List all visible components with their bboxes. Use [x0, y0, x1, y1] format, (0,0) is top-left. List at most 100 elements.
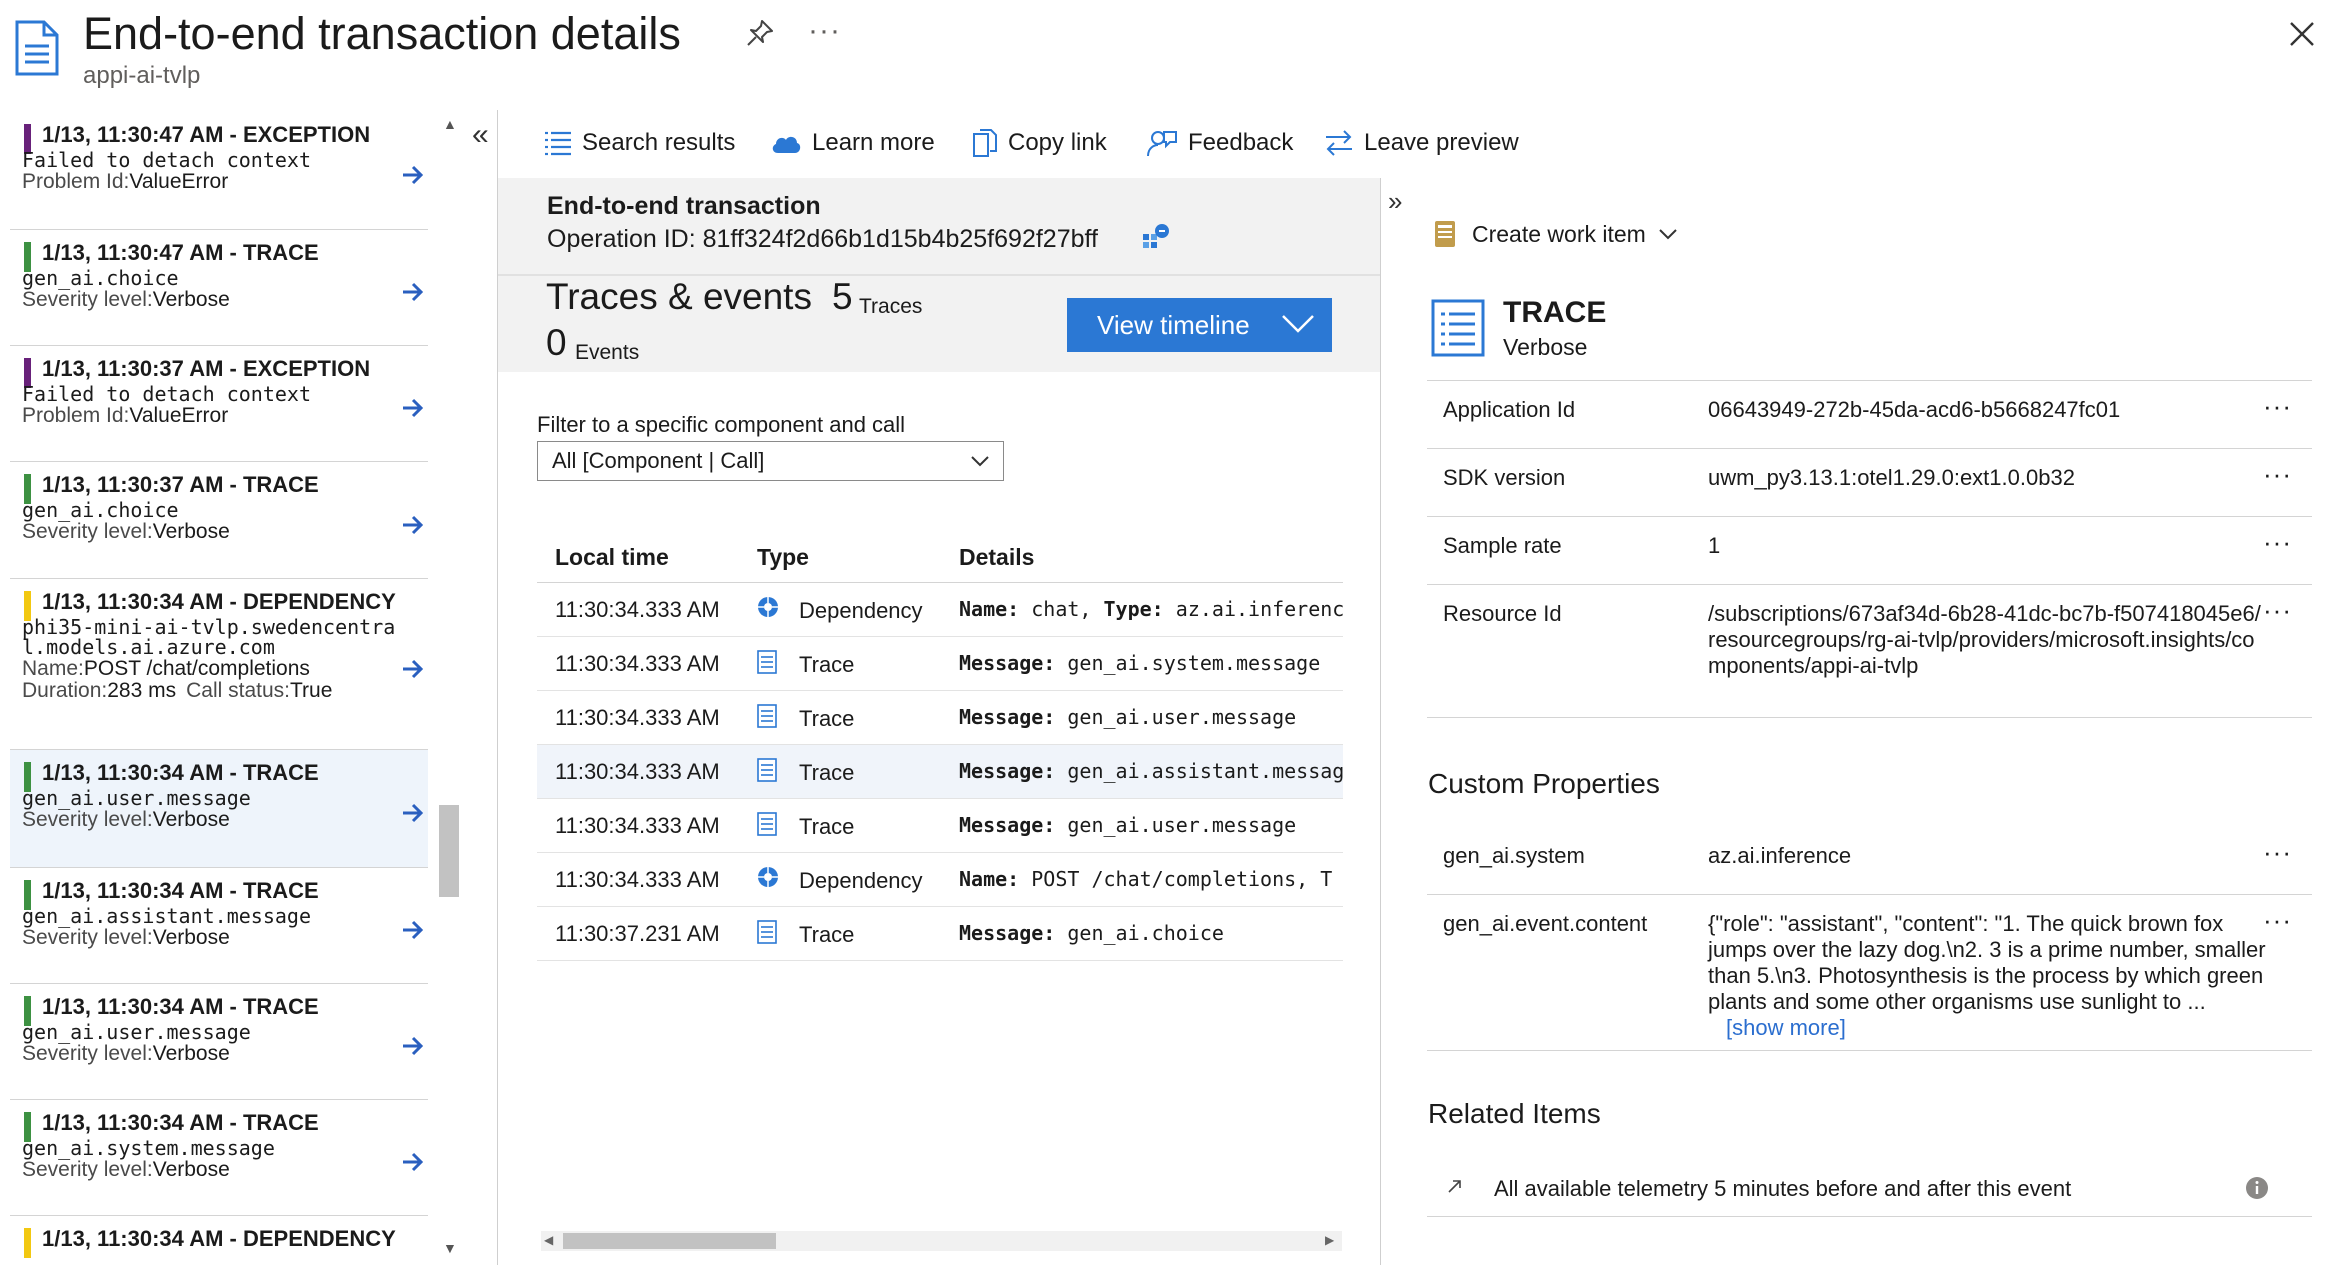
- arrow-right-icon[interactable]: [402, 1152, 424, 1172]
- trace-icon: [757, 758, 777, 782]
- cloud-icon: [772, 136, 801, 153]
- copy-link-button[interactable]: Copy link: [972, 120, 1107, 166]
- events-label: Events: [575, 341, 640, 364]
- table-row[interactable]: 11:30:34.333 AM Trace Message: gen_ai.assi…: [537, 745, 1343, 799]
- scroll-up-icon[interactable]: ▲: [443, 116, 457, 132]
- scroll-left-icon[interactable]: ◀: [544, 1233, 553, 1247]
- table-row[interactable]: 11:30:34.333 AM Dependency Name: chat, Typ…: [537, 583, 1343, 637]
- more-options-icon[interactable]: ···: [2263, 391, 2292, 422]
- column-header-local-time[interactable]: Local time: [555, 544, 669, 571]
- show-more-link[interactable]: [show more]: [1726, 1015, 1846, 1040]
- search-results-button[interactable]: Search results: [544, 120, 735, 166]
- leave-preview-button[interactable]: Leave preview: [1324, 120, 1519, 166]
- learn-more-button[interactable]: Learn more: [770, 120, 935, 166]
- view-timeline-button[interactable]: View timeline: [1067, 298, 1332, 352]
- traces-count: 5: [832, 276, 853, 317]
- row-details: Name: POST /chat/completions, T: [959, 867, 1343, 891]
- collapse-left-icon[interactable]: «: [472, 118, 489, 152]
- left-scrollbar[interactable]: [437, 112, 461, 1262]
- list-item[interactable]: 1/13, 11:30:34 AM - DEPENDENCY phi35-mini…: [10, 579, 428, 750]
- detail-key: Message:: [959, 813, 1056, 837]
- detail-value: gen_ai.system.message: [1055, 651, 1321, 675]
- list-item-field: Severity level:Verbose: [22, 288, 230, 312]
- left-scroll-thumb[interactable]: [439, 805, 459, 897]
- component-filter-dropdown[interactable]: All [Component | Call]: [537, 441, 1004, 481]
- copy-link-label: Copy link: [1008, 129, 1107, 156]
- list-item-message: gen_ai.choice: [22, 498, 179, 522]
- list-item[interactable]: 1/13, 11:30:34 AM - TRACE gen_ai.user.mes…: [10, 984, 428, 1100]
- arrow-right-icon[interactable]: [402, 659, 424, 679]
- list-item[interactable]: 1/13, 11:30:34 AM - DEPENDENCY: [10, 1216, 428, 1262]
- horizontal-scroll-thumb[interactable]: [563, 1233, 776, 1249]
- trace-icon: [757, 650, 777, 674]
- arrow-right-icon[interactable]: [402, 398, 424, 418]
- field-value: Verbose: [152, 520, 230, 543]
- row-time: 11:30:34.333 AM: [555, 813, 720, 838]
- arrow-right-icon[interactable]: [402, 1036, 424, 1056]
- copy-operation-id-icon[interactable]: [1140, 222, 1170, 252]
- arrow-right-icon[interactable]: [402, 920, 424, 940]
- row-details: Message: gen_ai.choice: [959, 921, 1343, 945]
- table-row[interactable]: 11:30:34.333 AM Trace Message: gen_ai.user…: [537, 691, 1343, 745]
- field-label: Severity level:: [22, 1158, 153, 1181]
- related-telemetry-text: All available telemetry 5 minutes before…: [1494, 1176, 2072, 1201]
- list-item[interactable]: 1/13, 11:30:37 AM - EXCEPTION Failed to d…: [10, 346, 428, 462]
- close-icon[interactable]: [2288, 20, 2316, 48]
- create-work-item-button[interactable]: Create work item: [1432, 214, 1678, 254]
- row-type: Dependency: [799, 868, 923, 893]
- table-row[interactable]: 11:30:34.333 AM Trace Message: gen_ai.syst…: [537, 637, 1343, 691]
- detail-key: Message:: [959, 705, 1056, 729]
- row-details: Message: gen_ai.system.message: [959, 651, 1343, 675]
- list-item[interactable]: 1/13, 11:30:47 AM - TRACE gen_ai.choice Se…: [10, 230, 428, 346]
- filter-value: All [Component | Call]: [552, 448, 765, 473]
- property-row: gen_ai.event.content {"role": "assistant"…: [1427, 895, 2312, 1051]
- list-item-field: Duration:283 ms Call status:True: [22, 679, 332, 703]
- detail-value: gen_ai.user.message: [1055, 813, 1297, 837]
- row-time: 11:30:34.333 AM: [555, 651, 720, 676]
- row-details: Name: chat, Type: az.ai.inference: [959, 597, 1343, 621]
- more-options-icon[interactable]: ···: [2263, 595, 2292, 626]
- more-options-icon[interactable]: ···: [2263, 527, 2292, 558]
- table-row[interactable]: 11:30:34.333 AM Trace Message: gen_ai.user…: [537, 799, 1343, 853]
- leave-preview-label: Leave preview: [1364, 129, 1519, 156]
- header: End-to-end transaction details appi-ai-t…: [0, 0, 2334, 110]
- column-header-details[interactable]: Details: [959, 544, 1034, 571]
- list-item-title: 1/13, 11:30:47 AM - EXCEPTION: [42, 122, 371, 147]
- list-item[interactable]: 1/13, 11:30:34 AM - TRACE gen_ai.system.m…: [10, 1100, 428, 1216]
- list-item[interactable]: 1/13, 11:30:34 AM - TRACE gen_ai.user.mes…: [10, 750, 428, 868]
- property-value: az.ai.inference: [1708, 843, 2268, 869]
- detail-value: gen_ai.user.message: [1055, 705, 1297, 729]
- field-label: Severity level:: [22, 520, 153, 543]
- more-options-icon[interactable]: ···: [2263, 905, 2292, 936]
- list-item[interactable]: 1/13, 11:30:47 AM - EXCEPTION Failed to d…: [10, 112, 428, 230]
- scroll-down-icon[interactable]: ▼: [443, 1240, 457, 1256]
- row-type: Dependency: [799, 598, 923, 623]
- list-item[interactable]: 1/13, 11:30:37 AM - TRACE gen_ai.choice Se…: [10, 462, 428, 579]
- list-item-title: 1/13, 11:30:34 AM - TRACE: [42, 878, 319, 903]
- list-item-title: 1/13, 11:30:34 AM - TRACE: [42, 994, 319, 1019]
- row-time: 11:30:37.231 AM: [555, 921, 720, 946]
- info-icon[interactable]: [2245, 1176, 2269, 1200]
- scroll-right-icon[interactable]: ▶: [1325, 1233, 1334, 1247]
- copy-icon: [973, 129, 997, 157]
- more-options-icon[interactable]: ···: [808, 14, 841, 48]
- list-item[interactable]: 1/13, 11:30:34 AM - TRACE gen_ai.assistan…: [10, 868, 428, 984]
- arrow-right-icon[interactable]: [402, 165, 424, 185]
- related-items-title: Related Items: [1428, 1098, 1601, 1129]
- property-row: Resource Id/subscriptions/673af34d-6b28-…: [1427, 585, 2312, 718]
- table-row[interactable]: 11:30:34.333 AM Dependency Name: POST /cha…: [537, 853, 1343, 907]
- property-value-text: 06643949-272b-45da-acd6-b5668247fc01: [1708, 397, 2121, 422]
- related-telemetry-link[interactable]: All available telemetry 5 minutes before…: [1427, 1162, 2312, 1217]
- arrow-right-icon[interactable]: [402, 282, 424, 302]
- expand-right-icon[interactable]: »: [1388, 186, 1402, 217]
- more-options-icon[interactable]: ···: [2263, 459, 2292, 490]
- pin-icon[interactable]: [745, 18, 775, 48]
- feedback-button[interactable]: Feedback: [1146, 120, 1293, 166]
- property-key: gen_ai.event.content: [1443, 911, 1648, 936]
- list-item-field: Severity level:Verbose: [22, 808, 230, 832]
- more-options-icon[interactable]: ···: [2263, 837, 2292, 868]
- arrow-right-icon[interactable]: [402, 803, 424, 823]
- column-header-type[interactable]: Type: [757, 544, 809, 571]
- arrow-right-icon[interactable]: [402, 515, 424, 535]
- table-row[interactable]: 11:30:37.231 AM Trace Message: gen_ai.choi…: [537, 907, 1343, 961]
